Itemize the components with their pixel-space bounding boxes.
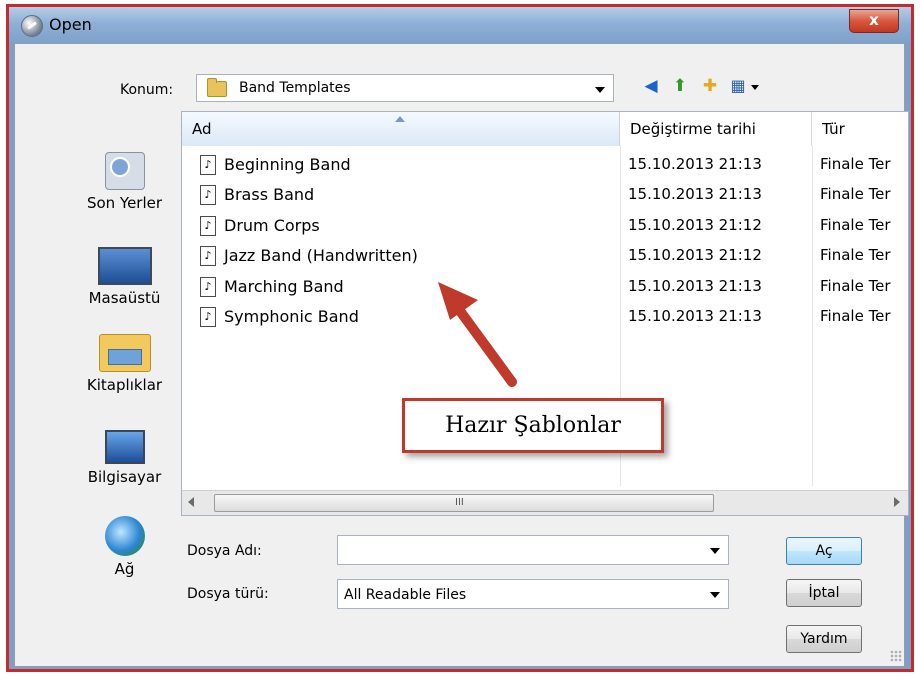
chevron-down-icon[interactable] bbox=[710, 592, 720, 598]
up-folder-icon[interactable]: ⬆ bbox=[669, 75, 691, 97]
network-icon bbox=[104, 516, 145, 556]
filename-input[interactable] bbox=[337, 535, 729, 565]
open-button[interactable]: Aç bbox=[786, 537, 862, 565]
music-file-icon: ♪ bbox=[200, 216, 216, 236]
screen: Open x Konum: Band Templates ◀ ⬆ ✚ ▦ Son… bbox=[0, 0, 920, 681]
file-name: Jazz Band (Handwritten) bbox=[224, 246, 418, 265]
libraries-icon bbox=[98, 334, 151, 372]
filetype-select[interactable]: All Readable Files bbox=[337, 579, 729, 609]
file-row[interactable]: ♪ Marching Band 15.10.2013 21:13 Finale … bbox=[182, 272, 908, 302]
place-recent[interactable]: Son Yerler bbox=[67, 152, 182, 212]
filename-label: Dosya Adı: bbox=[187, 543, 262, 559]
filetype-value: All Readable Files bbox=[344, 587, 467, 603]
column-header-label: Ad bbox=[192, 120, 212, 138]
location-combo[interactable]: Band Templates bbox=[196, 74, 614, 102]
file-date: 15.10.2013 21:13 bbox=[628, 277, 762, 295]
file-date: 15.10.2013 21:12 bbox=[628, 216, 762, 234]
column-header-date[interactable]: Değiştirme tarihi bbox=[620, 112, 812, 146]
window-title: Open bbox=[49, 15, 92, 34]
scroll-thumb[interactable]: III bbox=[214, 494, 714, 512]
filetype-label: Dosya türü: bbox=[187, 586, 269, 602]
place-label: Kitaplıklar bbox=[86, 376, 163, 394]
place-label: Masaüstü bbox=[88, 289, 161, 307]
column-header-type[interactable]: Tür bbox=[812, 112, 908, 146]
file-row[interactable]: ♪ Symphonic Band 15.10.2013 21:13 Finale… bbox=[182, 302, 908, 332]
cancel-button[interactable]: İptal bbox=[786, 579, 862, 607]
resize-grip-icon[interactable] bbox=[890, 650, 902, 662]
file-name: Symphonic Band bbox=[224, 307, 359, 326]
file-date: 15.10.2013 21:13 bbox=[628, 307, 762, 325]
place-desktop[interactable]: Masaüstü bbox=[67, 247, 182, 307]
music-file-icon: ♪ bbox=[200, 246, 216, 266]
view-dropdown-chevron-icon[interactable] bbox=[751, 85, 759, 90]
place-label: Bilgisayar bbox=[87, 468, 162, 486]
annotation-callout: Hazır Şablonlar bbox=[402, 398, 664, 453]
file-date: 15.10.2013 21:13 bbox=[628, 185, 762, 203]
file-type: Finale Ter bbox=[820, 307, 891, 325]
folder-icon bbox=[207, 78, 227, 97]
place-network[interactable]: Ağ bbox=[67, 516, 182, 578]
view-menu-icon[interactable]: ▦ bbox=[727, 75, 749, 97]
place-libraries[interactable]: Kitaplıklar bbox=[67, 334, 182, 394]
music-file-icon: ♪ bbox=[200, 185, 216, 205]
recent-places-icon bbox=[104, 152, 145, 190]
computer-icon bbox=[104, 430, 145, 464]
music-file-icon: ♪ bbox=[200, 155, 216, 175]
back-icon[interactable]: ◀ bbox=[640, 75, 662, 97]
file-name: Drum Corps bbox=[224, 216, 320, 235]
file-row[interactable]: ♪ Drum Corps 15.10.2013 21:12 Finale Ter bbox=[182, 211, 908, 241]
horizontal-scrollbar[interactable]: III bbox=[182, 490, 908, 515]
new-folder-icon[interactable]: ✚ bbox=[699, 75, 721, 97]
file-row[interactable]: ♪ Brass Band 15.10.2013 21:13 Finale Ter bbox=[182, 180, 908, 210]
file-name: Marching Band bbox=[224, 277, 344, 296]
column-header-name[interactable]: Ad bbox=[182, 112, 620, 146]
location-value: Band Templates bbox=[239, 80, 351, 96]
app-icon bbox=[21, 15, 43, 37]
music-file-icon: ♪ bbox=[200, 307, 216, 327]
file-date: 15.10.2013 21:12 bbox=[628, 246, 762, 264]
close-button[interactable]: x bbox=[849, 9, 899, 33]
chevron-down-icon[interactable] bbox=[595, 87, 605, 93]
scroll-right-arrow-icon[interactable] bbox=[894, 497, 900, 507]
desktop-icon bbox=[97, 247, 152, 285]
file-name: Beginning Band bbox=[224, 155, 351, 174]
place-label: Ağ bbox=[114, 560, 135, 578]
file-list[interactable]: Ad Değiştirme tarihi Tür ♪ Beginning Ban… bbox=[181, 111, 909, 516]
file-type: Finale Ter bbox=[820, 185, 891, 203]
help-button[interactable]: Yardım bbox=[786, 625, 862, 653]
file-row[interactable]: ♪ Beginning Band 15.10.2013 21:13 Finale… bbox=[182, 150, 908, 180]
place-computer[interactable]: Bilgisayar bbox=[67, 430, 182, 486]
place-label: Son Yerler bbox=[86, 194, 163, 212]
file-type: Finale Ter bbox=[820, 246, 891, 264]
title-bar[interactable]: Open x bbox=[9, 7, 911, 43]
annotation-arrow-icon bbox=[438, 282, 517, 387]
file-date: 15.10.2013 21:13 bbox=[628, 155, 762, 173]
music-file-icon: ♪ bbox=[200, 277, 216, 297]
file-type: Finale Ter bbox=[820, 216, 891, 234]
scroll-left-arrow-icon[interactable] bbox=[188, 497, 194, 507]
file-row[interactable]: ♪ Jazz Band (Handwritten) 15.10.2013 21:… bbox=[182, 241, 908, 271]
location-label: Konum: bbox=[120, 82, 174, 98]
file-type: Finale Ter bbox=[820, 277, 891, 295]
sort-ascending-icon bbox=[395, 116, 405, 122]
scroll-grip: III bbox=[455, 497, 464, 508]
chevron-down-icon[interactable] bbox=[710, 548, 720, 554]
file-name: Brass Band bbox=[224, 185, 315, 204]
file-type: Finale Ter bbox=[820, 155, 891, 173]
